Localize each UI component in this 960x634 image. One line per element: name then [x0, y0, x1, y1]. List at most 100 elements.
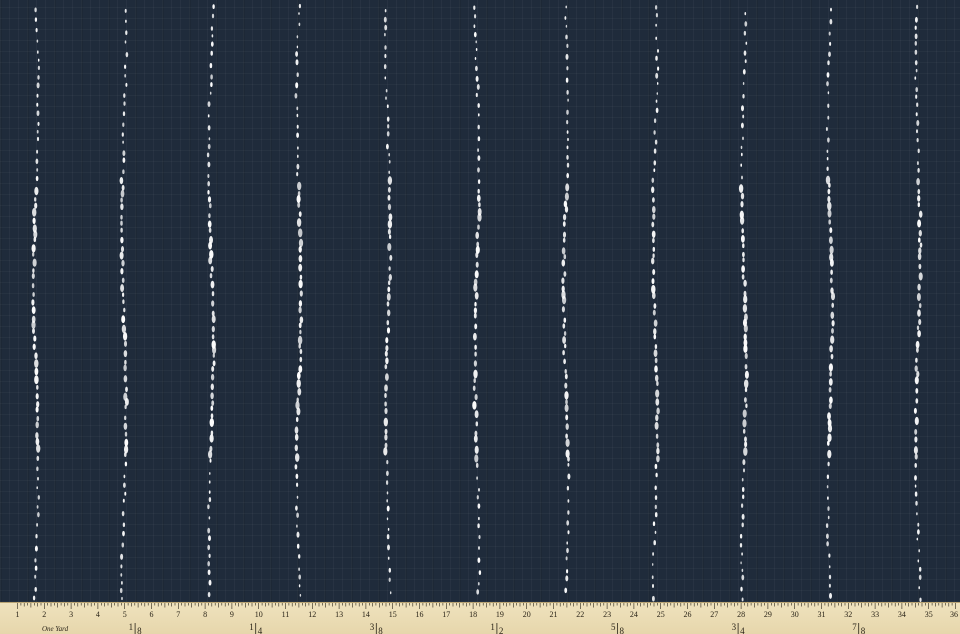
white-dot [565, 438, 570, 447]
white-dot [207, 196, 212, 203]
white-dot [916, 537, 919, 541]
white-dot [914, 416, 919, 426]
white-dot [654, 463, 658, 470]
white-dot [916, 325, 920, 331]
ruler-inch-label: 14 [362, 610, 370, 619]
white-dot [299, 348, 303, 355]
white-dot [745, 403, 748, 409]
white-dot [35, 533, 38, 539]
ruler-inch-label: 13 [335, 610, 343, 619]
white-dot [917, 219, 922, 228]
white-dot [914, 475, 917, 481]
dot-stripe [472, 5, 482, 595]
white-dot [566, 130, 569, 134]
white-dot [654, 5, 658, 10]
white-dot [35, 175, 39, 182]
ruler-fraction-label: 78 [852, 622, 866, 634]
white-dot [207, 527, 211, 534]
white-dot [741, 574, 745, 581]
white-dot [295, 51, 299, 57]
white-dot [389, 591, 392, 595]
white-dot [657, 49, 659, 53]
white-dot [562, 336, 567, 344]
svg-text:4: 4 [258, 626, 263, 634]
white-dot [298, 365, 303, 373]
ruler-inch-label: 11 [282, 610, 290, 619]
white-dot [917, 309, 921, 317]
svg-text:1: 1 [129, 622, 134, 632]
white-dot [474, 270, 479, 279]
white-dot [473, 312, 477, 319]
white-dot [207, 591, 211, 598]
white-dot [827, 137, 830, 143]
white-dot [34, 202, 38, 209]
white-dot [121, 324, 127, 334]
white-dot [208, 256, 213, 265]
white-dot [478, 516, 480, 521]
white-dot [210, 74, 213, 80]
white-dot [298, 584, 301, 588]
white-dot [124, 491, 127, 496]
white-dot [34, 545, 38, 552]
white-dot [914, 16, 918, 23]
white-dot [477, 213, 482, 222]
white-dot [829, 18, 833, 25]
ruler-inch-label: 17 [442, 610, 450, 619]
white-dot [121, 315, 126, 324]
white-dot [563, 358, 566, 365]
white-dot [741, 105, 744, 112]
white-dot [741, 478, 744, 482]
white-dot [298, 238, 304, 248]
white-dot [474, 323, 478, 330]
white-dot [741, 487, 745, 492]
white-dot [123, 350, 128, 358]
white-dot [831, 328, 834, 334]
white-dot [207, 220, 212, 228]
ruler-markings: 1 2 3 4 5 6 7 8 9 10 11 12 13 14 15 16 17 18 19 20 21 22 23 24 2… [16, 603, 958, 634]
white-dot [651, 221, 655, 228]
white-dot [656, 82, 659, 85]
white-dot [476, 83, 480, 90]
white-dot [567, 510, 570, 515]
white-dot [32, 343, 36, 350]
ruler-inch-label: 23 [603, 610, 611, 619]
white-dot [475, 47, 478, 52]
white-dot [915, 112, 918, 117]
white-dot [829, 259, 834, 267]
white-dot [37, 495, 40, 500]
white-dot [567, 456, 570, 462]
white-dot [477, 557, 481, 564]
white-dot [384, 392, 387, 399]
white-dot [478, 202, 481, 208]
white-dot [656, 455, 660, 463]
white-dot [388, 213, 393, 221]
white-dot [565, 399, 568, 405]
white-dot [918, 566, 922, 572]
white-dot [743, 468, 745, 473]
white-dot [384, 373, 389, 381]
white-dot [654, 485, 657, 491]
white-dot [298, 12, 300, 16]
white-dot [384, 24, 388, 31]
white-dot [386, 131, 390, 137]
white-dot [212, 360, 216, 367]
white-dot [384, 350, 388, 357]
white-dot [657, 66, 660, 71]
white-dot [122, 522, 126, 528]
white-dot [210, 413, 214, 419]
white-dot [120, 203, 124, 211]
white-dot [297, 202, 301, 208]
white-dot [566, 145, 569, 150]
white-dot [830, 269, 833, 275]
white-dot [208, 516, 211, 520]
white-dot [296, 512, 299, 518]
svg-text:7: 7 [852, 622, 857, 632]
white-dot [207, 114, 210, 118]
white-dot [829, 345, 833, 353]
navy-dotted-stripe-fabric [0, 0, 960, 602]
white-dot [388, 274, 392, 281]
white-dot [476, 194, 481, 202]
white-dot [914, 41, 917, 46]
ruler-inch-label: 30 [791, 610, 799, 619]
white-dot [122, 498, 125, 503]
